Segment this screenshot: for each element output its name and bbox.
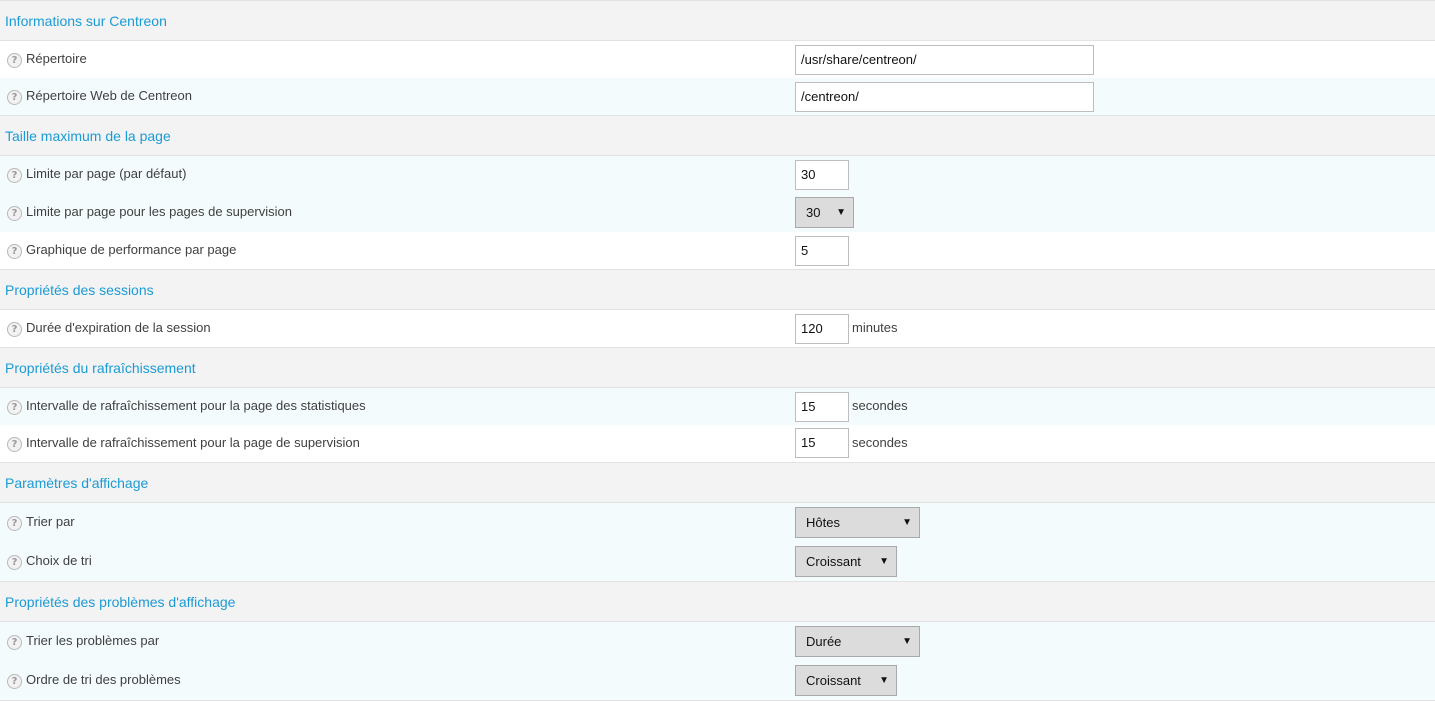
form-row-session-expiration: ? Durée d'expiration de la session 120 m… bbox=[0, 310, 1435, 347]
form-row-limit-supervision: ? Limite par page pour les pages de supe… bbox=[0, 194, 1435, 232]
field-label: Trier par bbox=[26, 514, 75, 529]
help-icon[interactable]: ? bbox=[7, 53, 22, 68]
field-label: Durée d'expiration de la session bbox=[26, 320, 211, 335]
field-label: Choix de tri bbox=[26, 553, 92, 568]
perf-graphs-input[interactable]: 5 bbox=[795, 236, 849, 266]
section-title: Taille maximum de la page bbox=[5, 128, 171, 144]
section-title: Propriétés des problèmes d'affichage bbox=[5, 594, 236, 610]
unit-label: secondes bbox=[852, 435, 908, 450]
help-icon[interactable]: ? bbox=[7, 206, 22, 221]
refresh-stats-input[interactable]: 15 bbox=[795, 392, 849, 422]
field-label: Trier les problèmes par bbox=[26, 633, 160, 648]
select-value: Croissant bbox=[806, 554, 861, 569]
select-value: Durée bbox=[806, 634, 842, 649]
unit-label: minutes bbox=[852, 320, 898, 335]
section-header-problems: Propriétés des problèmes d'affichage bbox=[0, 581, 1435, 622]
field-label: Limite par page (par défaut) bbox=[26, 166, 187, 181]
section-header-display: Paramètres d'affichage bbox=[0, 462, 1435, 503]
field-label: Répertoire Web de Centreon bbox=[26, 88, 192, 103]
help-icon[interactable]: ? bbox=[7, 400, 22, 415]
select-value: 30 bbox=[806, 205, 821, 220]
field-label: Ordre de tri des problèmes bbox=[26, 672, 181, 687]
select-value: Hôtes bbox=[806, 515, 840, 530]
chevron-down-icon: ▼ bbox=[879, 675, 889, 686]
field-label: Répertoire bbox=[26, 51, 87, 66]
help-icon[interactable]: ? bbox=[7, 244, 22, 259]
refresh-supervision-input[interactable]: 15 bbox=[795, 428, 849, 458]
help-icon[interactable]: ? bbox=[7, 555, 22, 570]
sort-order-select[interactable]: Croissant ▼ bbox=[795, 546, 897, 577]
help-icon[interactable]: ? bbox=[7, 437, 22, 452]
form-row-refresh-supervision: ? Intervalle de rafraîchissement pour la… bbox=[0, 425, 1435, 462]
section-title: Paramètres d'affichage bbox=[5, 475, 149, 491]
section-header-sessions: Propriétés des sessions bbox=[0, 269, 1435, 310]
form-row-repertoire: ? Répertoire /usr/share/centreon/ bbox=[0, 41, 1435, 78]
form-row-perf-graphs: ? Graphique de performance par page 5 bbox=[0, 232, 1435, 269]
help-icon[interactable]: ? bbox=[7, 516, 22, 531]
help-icon[interactable]: ? bbox=[7, 635, 22, 650]
form-row-problems-sort-by: ? Trier les problèmes par Durée ▼ bbox=[0, 622, 1435, 661]
help-icon[interactable]: ? bbox=[7, 90, 22, 105]
chevron-down-icon: ▼ bbox=[836, 207, 846, 218]
web-repertoire-input[interactable]: /centreon/ bbox=[795, 82, 1094, 112]
unit-label: secondes bbox=[852, 398, 908, 413]
help-icon[interactable]: ? bbox=[7, 168, 22, 183]
field-label: Limite par page pour les pages de superv… bbox=[26, 204, 292, 219]
field-label: Intervalle de rafraîchissement pour la p… bbox=[26, 435, 360, 450]
select-value: Croissant bbox=[806, 673, 861, 688]
problems-sort-order-select[interactable]: Croissant ▼ bbox=[795, 665, 897, 696]
section-header-refresh: Propriétés du rafraîchissement bbox=[0, 347, 1435, 388]
form-row-sort-by: ? Trier par Hôtes ▼ bbox=[0, 503, 1435, 542]
limit-default-input[interactable]: 30 bbox=[795, 160, 849, 190]
section-title: Propriétés du rafraîchissement bbox=[5, 360, 196, 376]
sort-by-select[interactable]: Hôtes ▼ bbox=[795, 507, 920, 538]
chevron-down-icon: ▼ bbox=[879, 556, 889, 567]
section-header-info: Informations sur Centreon bbox=[0, 0, 1435, 41]
problems-sort-by-select[interactable]: Durée ▼ bbox=[795, 626, 920, 657]
field-label: Graphique de performance par page bbox=[26, 242, 237, 257]
form-row-refresh-stats: ? Intervalle de rafraîchissement pour la… bbox=[0, 388, 1435, 425]
limit-supervision-select[interactable]: 30 ▼ bbox=[795, 197, 854, 228]
form-row-problems-sort-order: ? Ordre de tri des problèmes Croissant ▼ bbox=[0, 661, 1435, 701]
section-title: Propriétés des sessions bbox=[5, 282, 154, 298]
section-title: Informations sur Centreon bbox=[5, 13, 167, 29]
form-row-limit-default: ? Limite par page (par défaut) 30 bbox=[0, 156, 1435, 194]
form-row-sort-order: ? Choix de tri Croissant ▼ bbox=[0, 542, 1435, 581]
field-label: Intervalle de rafraîchissement pour la p… bbox=[26, 398, 366, 413]
chevron-down-icon: ▼ bbox=[902, 517, 912, 528]
repertoire-input[interactable]: /usr/share/centreon/ bbox=[795, 45, 1094, 75]
chevron-down-icon: ▼ bbox=[902, 636, 912, 647]
section-header-page-size: Taille maximum de la page bbox=[0, 115, 1435, 156]
help-icon[interactable]: ? bbox=[7, 674, 22, 689]
session-expiration-input[interactable]: 120 bbox=[795, 314, 849, 344]
form-row-web-repertoire: ? Répertoire Web de Centreon /centreon/ bbox=[0, 78, 1435, 115]
help-icon[interactable]: ? bbox=[7, 322, 22, 337]
